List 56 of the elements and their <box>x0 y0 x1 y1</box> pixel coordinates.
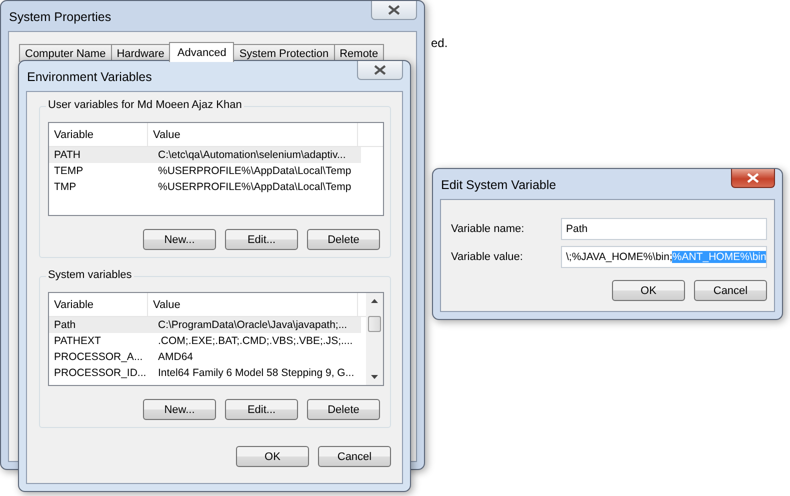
background-text: ed. <box>431 36 448 50</box>
table-cell-text: C:\ProgramData\Oracle\Java\javapath;... <box>157 319 348 331</box>
column-header[interactable]: Variable <box>49 123 148 146</box>
table-cell-text: %USERPROFILE%\AppData\Local\Temp <box>157 181 352 193</box>
column-header[interactable]: Value <box>148 123 358 146</box>
table-cell-text: Path <box>53 319 77 331</box>
dialog-button[interactable]: Delete <box>307 229 380 250</box>
input-field[interactable]: \;%JAVA_HOME%\bin;%ANT_HOME%\bin <box>561 246 767 268</box>
table-cell-text: %USERPROFILE%\AppData\Local\Temp <box>157 165 352 177</box>
variable-row[interactable]: TMP %USERPROFILE%\AppData\Local\Temp <box>49 179 383 195</box>
input-field[interactable]: Path <box>561 218 767 240</box>
dialog-button[interactable]: Edit... <box>225 229 298 250</box>
scrollbar[interactable] <box>366 293 383 385</box>
dialog-button[interactable]: New... <box>143 399 216 420</box>
window-title: Edit System Variable <box>441 178 556 192</box>
group-legend: User variables for Md Moeen Ajaz Khan <box>46 99 244 111</box>
scroll-up-icon <box>371 299 378 303</box>
scroll-down-icon <box>371 375 378 379</box>
variable-row[interactable]: PATHEXT .COM;.EXE;.BAT;.CMD;.VBS;.VBE;.JS;.... <box>49 333 366 349</box>
table-cell-text: PROCESSOR_ID... <box>53 367 148 379</box>
variable-row[interactable]: PROCESSOR_A... AMD64 <box>49 349 366 365</box>
group-legend: System variables <box>46 269 134 281</box>
dialog-button[interactable]: OK <box>612 280 685 301</box>
dialog-button[interactable]: Edit... <box>225 399 298 420</box>
table-cell-text: AMD64 <box>157 351 194 363</box>
table-cell-text: .COM;.EXE;.BAT;.CMD;.VBS;.VBE;.JS;.... <box>157 335 354 347</box>
close-button[interactable] <box>357 61 403 80</box>
close-icon <box>387 5 401 15</box>
table-cell-text: PATH <box>53 149 82 161</box>
table-cell-text: TMP <box>53 181 78 193</box>
column-header[interactable]: Value <box>148 293 358 316</box>
dialog-button[interactable]: Cancel <box>694 280 767 301</box>
column-header[interactable]: Variable <box>49 293 148 316</box>
field-label: Variable value: <box>451 251 524 263</box>
close-icon <box>746 173 760 183</box>
table-cell-text: PATHEXT <box>53 335 102 347</box>
close-button[interactable] <box>731 169 775 188</box>
scroll-thumb[interactable] <box>368 316 381 332</box>
close-button[interactable] <box>371 1 417 20</box>
variable-row[interactable]: Path C:\ProgramData\Oracle\Java\javapath;... <box>49 317 361 333</box>
dialog-button[interactable]: Cancel <box>318 446 391 467</box>
tab[interactable]: Advanced <box>169 42 234 62</box>
variable-row[interactable]: PROCESSOR_ID... Intel64 Family 6 Model 58 Stepping 9, G... <box>49 365 366 381</box>
close-icon <box>373 65 387 75</box>
window-title: System Properties <box>9 10 112 24</box>
dialog-button[interactable]: New... <box>143 229 216 250</box>
variable-row[interactable]: TEMP %USERPROFILE%\AppData\Local\Temp <box>49 163 383 179</box>
field-label: Variable name: <box>451 223 526 235</box>
dialog-button[interactable]: Delete <box>307 399 380 420</box>
table-cell-text: TEMP <box>53 165 84 177</box>
table-cell-text: C:\etc\qa\Automation\selenium\adaptiv... <box>157 149 347 161</box>
window-title: Environment Variables <box>27 70 152 84</box>
table-cell-text: PROCESSOR_A... <box>53 351 144 363</box>
table-cell-text: Intel64 Family 6 Model 58 Stepping 9, G... <box>157 367 356 379</box>
variable-row[interactable]: PATH C:\etc\qa\Automation\selenium\adaptiv... <box>49 147 361 163</box>
dialog-button[interactable]: OK <box>236 446 309 467</box>
